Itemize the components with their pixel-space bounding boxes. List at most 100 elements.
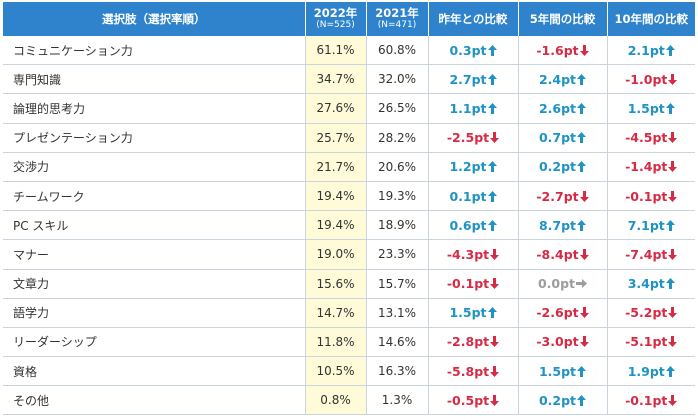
diff-10y-value: -4.5pt (625, 130, 668, 146)
rate-2021: 13.1% (366, 298, 429, 328)
rate-2022: 0.8% (305, 385, 367, 416)
diff-5y-cell: 0.0pt (518, 269, 608, 299)
arrow-up-icon (577, 161, 587, 173)
header-row: 選択肢（選択率順） 2022年 (N=525) 2021年 (N=471) 昨年… (3, 2, 695, 36)
table-row: 交渉力 21.7% 20.6% 1.2pt 0.2pt -1.4pt (3, 152, 695, 182)
diff-10y-cell: -4.5pt (607, 123, 695, 153)
diff-5y-value: -3.0pt (536, 334, 579, 350)
diff-5y-value: 8.7pt (538, 217, 577, 233)
table-row: プレゼンテーション力 25.7% 28.2% -2.5pt 0.7pt -4.5pt (3, 123, 695, 153)
rate-2022: 19.0% (305, 239, 367, 270)
table-row: 資格 10.5% 16.3% -5.8pt 1.5pt 1.9pt (3, 356, 695, 387)
arrow-up-icon (665, 219, 675, 231)
diff-5y-cell: -1.6pt (518, 36, 608, 66)
arrow-down-icon (490, 394, 500, 406)
diff-1y-cell: 0.1pt (428, 181, 519, 212)
diff-5y-cell: 2.6pt (518, 93, 608, 124)
header-diff-10y: 10年間の比較 (607, 2, 695, 36)
arrow-down-icon (490, 132, 500, 144)
arrow-down-icon (579, 44, 589, 56)
diff-10y-cell: -1.4pt (607, 152, 695, 182)
rate-2022: 19.4% (305, 210, 367, 241)
arrow-up-icon (665, 365, 675, 377)
arrow-up-icon (577, 394, 587, 406)
skill-name: チームワーク (3, 181, 306, 212)
diff-1y-cell: -5.8pt (428, 356, 519, 387)
arrow-up-icon (487, 307, 497, 319)
arrow-down-icon (490, 365, 500, 377)
table-row: チームワーク 19.4% 19.3% 0.1pt -2.7pt -0.1pt (3, 181, 695, 212)
rate-2022: 61.1% (305, 36, 367, 66)
arrow-down-icon (490, 336, 500, 348)
header-2021: 2021年 (N=471) (366, 2, 429, 36)
diff-5y-cell: -3.0pt (518, 327, 608, 358)
diff-5y-value: -2.6pt (536, 305, 579, 321)
table-body: コミュニケーション力 61.1% 60.8% 0.3pt -1.6pt 2.1pt 専門知識… (3, 36, 695, 416)
skill-name: マナー (3, 239, 306, 270)
arrow-down-icon (579, 190, 589, 202)
rate-2022: 11.8% (305, 327, 367, 358)
rate-2022: 25.7% (305, 123, 367, 153)
rate-2021: 19.3% (366, 181, 429, 212)
arrow-down-icon (579, 248, 589, 260)
skill-name: PC スキル (3, 210, 306, 241)
arrow-up-icon (487, 161, 497, 173)
diff-5y-value: 1.5pt (538, 363, 577, 379)
rate-2022: 19.4% (305, 181, 367, 212)
diff-1y-value: -0.5pt (446, 392, 490, 408)
diff-1y-value: 1.2pt (449, 159, 487, 175)
arrow-down-icon (668, 132, 678, 144)
arrow-down-icon (668, 190, 678, 202)
arrow-up-icon (487, 102, 497, 114)
rate-2022: 21.7% (305, 152, 367, 182)
diff-5y-cell: 0.2pt (518, 152, 608, 182)
rate-2021: 15.7% (366, 269, 429, 299)
rate-2021: 60.8% (366, 36, 429, 66)
header-item-label: 選択肢（選択率順） (102, 11, 206, 26)
diff-1y-value: 2.7pt (449, 71, 487, 87)
arrow-up-icon (577, 365, 587, 377)
diff-1y-cell: -2.8pt (428, 327, 519, 358)
diff-1y-cell: 0.3pt (428, 36, 519, 66)
rate-2022: 27.6% (305, 93, 367, 124)
skill-name: 交渉力 (3, 152, 306, 182)
header-2021-n: (N=471) (377, 20, 417, 30)
rate-2022: 15.6% (305, 269, 367, 299)
skill-name: 論理的思考力 (3, 93, 306, 124)
table-row: その他 0.8% 1.3% -0.5pt 0.2pt -0.1pt (3, 385, 695, 416)
diff-1y-cell: 1.1pt (428, 93, 519, 124)
arrow-down-icon (579, 307, 589, 319)
diff-1y-value: -2.5pt (446, 130, 490, 146)
diff-5y-cell: -8.4pt (518, 239, 608, 270)
table-row: 論理的思考力 27.6% 26.5% 1.1pt 2.6pt 1.5pt (3, 93, 695, 124)
arrow-down-icon (668, 161, 678, 173)
arrow-down-icon (490, 248, 500, 260)
arrow-down-icon (490, 278, 500, 290)
header-2022-label: 2022年 (313, 6, 358, 20)
diff-1y-cell: -0.5pt (428, 385, 519, 416)
diff-1y-value: 0.1pt (449, 188, 487, 204)
arrow-down-icon (668, 307, 678, 319)
rate-2021: 32.0% (366, 64, 429, 95)
diff-10y-value: 3.4pt (627, 276, 665, 292)
table-row: リーダーシップ 11.8% 14.6% -2.8pt -3.0pt -5.1pt (3, 327, 695, 358)
diff-1y-cell: 1.5pt (428, 298, 519, 328)
table-row: マナー 19.0% 23.3% -4.3pt -8.4pt -7.4pt (3, 239, 695, 270)
diff-5y-cell: 1.5pt (518, 356, 608, 387)
header-diff-10y-label: 10年間の比較 (614, 11, 688, 26)
diff-5y-value: 2.6pt (538, 100, 577, 116)
diff-10y-cell: 3.4pt (607, 269, 695, 299)
rate-2021: 26.5% (366, 93, 429, 124)
header-2022-n: (N=525) (316, 20, 355, 30)
arrow-up-icon (487, 44, 497, 56)
header-diff-1y-label: 昨年との比較 (438, 11, 508, 26)
diff-1y-value: -4.3pt (446, 246, 490, 262)
diff-10y-cell: -0.1pt (607, 181, 695, 212)
diff-1y-cell: -0.1pt (428, 269, 519, 299)
rate-2021: 1.3% (366, 385, 429, 416)
header-diff-1y: 昨年との比較 (428, 2, 519, 36)
diff-10y-cell: 1.5pt (607, 93, 695, 124)
diff-5y-cell: 2.4pt (518, 64, 608, 95)
diff-1y-value: -2.8pt (446, 334, 490, 350)
rate-2021: 14.6% (366, 327, 429, 358)
